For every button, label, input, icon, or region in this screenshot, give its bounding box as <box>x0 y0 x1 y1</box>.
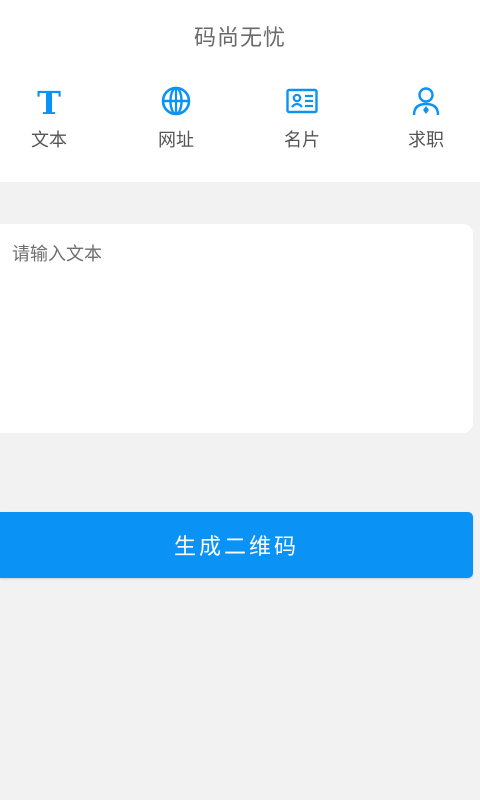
text-input[interactable] <box>0 224 473 433</box>
tab-job-label: 求职 <box>408 130 444 151</box>
app-screen: 码尚无忧 T 文本 网址 名片 求职 请输入文本 生成二维码 <box>0 0 480 800</box>
person-icon <box>412 87 440 116</box>
tab-text-label: 文本 <box>31 130 67 151</box>
generate-qr-button[interactable]: 生成二维码 <box>0 512 473 578</box>
tab-job[interactable]: 求职 <box>381 84 471 164</box>
page-title: 码尚无忧 <box>193 26 286 51</box>
text-icon: T <box>37 84 61 118</box>
tab-card-label: 名片 <box>284 130 320 151</box>
globe-icon <box>161 86 191 116</box>
header: 码尚无忧 T 文本 网址 名片 求职 <box>0 0 480 182</box>
tab-url-label: 网址 <box>158 130 194 151</box>
type-tabs: T 文本 网址 名片 求职 <box>0 84 480 164</box>
text-input-card <box>0 224 473 433</box>
tab-card[interactable]: 名片 <box>257 84 347 164</box>
svg-text:T: T <box>37 84 61 118</box>
id-card-icon <box>286 88 318 114</box>
tab-text[interactable]: T 文本 <box>4 84 94 164</box>
tab-url[interactable]: 网址 <box>131 84 221 164</box>
